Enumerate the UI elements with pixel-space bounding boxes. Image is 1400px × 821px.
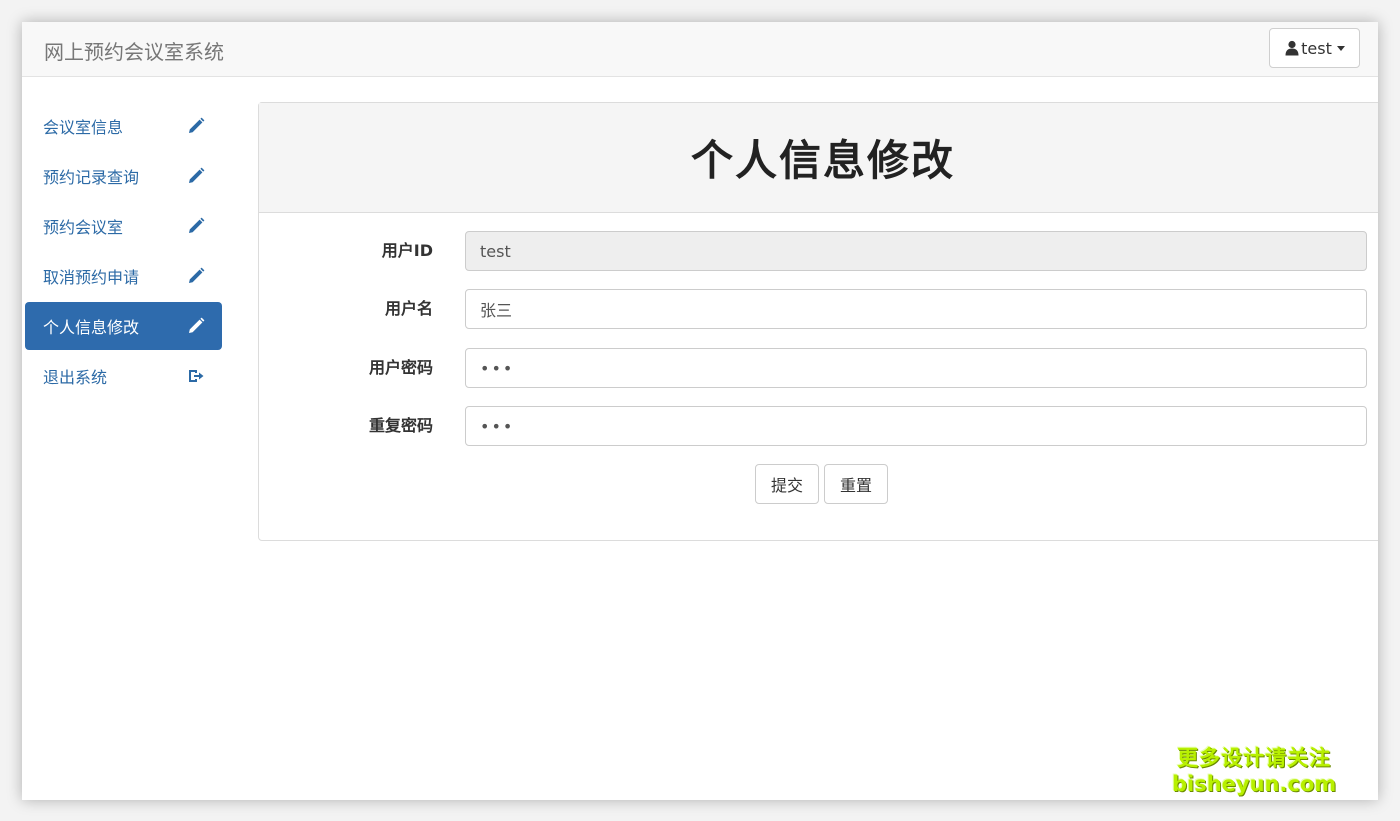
sidebar-item-label: 退出系统 xyxy=(43,368,108,387)
sidebar-item-room-info[interactable]: 会议室信息 xyxy=(25,102,222,150)
panel-heading: 个人信息修改 xyxy=(259,103,1378,213)
sidebar-item-label: 预约会议室 xyxy=(43,218,124,237)
app-brand[interactable]: 网上预约会议室系统 xyxy=(44,36,224,65)
sidebar-item-book-room[interactable]: 预约会议室 xyxy=(25,202,222,250)
sidebar-item-profile[interactable]: 个人信息修改 xyxy=(25,302,222,350)
username-field[interactable] xyxy=(465,289,1367,329)
reset-button[interactable]: 重置 xyxy=(824,464,888,504)
watermark-line-1: 更多设计请关注 xyxy=(1177,746,1332,770)
pencil-icon xyxy=(187,167,205,185)
form-row-user-id: 用户ID xyxy=(259,230,1378,272)
sidebar-item-label: 预约记录查询 xyxy=(43,168,140,187)
username-label: 用户名 xyxy=(384,299,433,318)
pencil-icon xyxy=(187,317,205,335)
password-label: 用户密码 xyxy=(368,358,433,377)
sidebar-item-booking-records[interactable]: 预约记录查询 xyxy=(25,152,222,200)
form-row-username: 用户名 xyxy=(259,288,1378,330)
sidebar-nav: 会议室信息 预约记录查询 预约会议室 取消预约申请 个人信息修改 退出系统 xyxy=(25,102,222,402)
sidebar-item-cancel-booking[interactable]: 取消预约申请 xyxy=(25,252,222,300)
sidebar-item-label: 取消预约申请 xyxy=(43,268,140,287)
user-id-label: 用户ID xyxy=(381,241,433,260)
submit-button[interactable]: 提交 xyxy=(755,464,819,504)
page-title: 个人信息修改 xyxy=(690,136,955,185)
form-row-confirm-password: 重复密码 xyxy=(259,405,1378,447)
watermark: 更多设计请关注 bisheyun.com xyxy=(1172,745,1336,797)
form-row-password: 用户密码 xyxy=(259,347,1378,389)
watermark-line-2: bisheyun.com xyxy=(1172,772,1337,796)
sidebar-item-label: 会议室信息 xyxy=(43,118,124,137)
password-field[interactable] xyxy=(465,348,1367,388)
user-icon xyxy=(1284,40,1300,56)
user-id-field[interactable] xyxy=(465,231,1367,271)
confirm-password-label: 重复密码 xyxy=(368,416,433,435)
user-menu-label: test xyxy=(1301,38,1332,58)
logout-icon xyxy=(187,367,205,385)
sidebar-item-logout[interactable]: 退出系统 xyxy=(25,352,222,400)
user-menu-button[interactable]: test xyxy=(1269,28,1360,68)
form-actions: 提交 重置 xyxy=(755,464,888,504)
app-window: 网上预约会议室系统 test 会议室信息 预约记录查询 预约会议室 取消预约申请… xyxy=(22,22,1378,800)
sidebar-item-label: 个人信息修改 xyxy=(43,318,140,337)
pencil-icon xyxy=(187,267,205,285)
profile-panel: 个人信息修改 用户ID 用户名 用户密码 重复密码 提交 重置 xyxy=(258,102,1378,541)
pencil-icon xyxy=(187,117,205,135)
confirm-password-field[interactable] xyxy=(465,406,1367,446)
top-navbar: 网上预约会议室系统 test xyxy=(22,22,1378,77)
caret-down-icon xyxy=(1336,45,1345,51)
pencil-icon xyxy=(187,217,205,235)
